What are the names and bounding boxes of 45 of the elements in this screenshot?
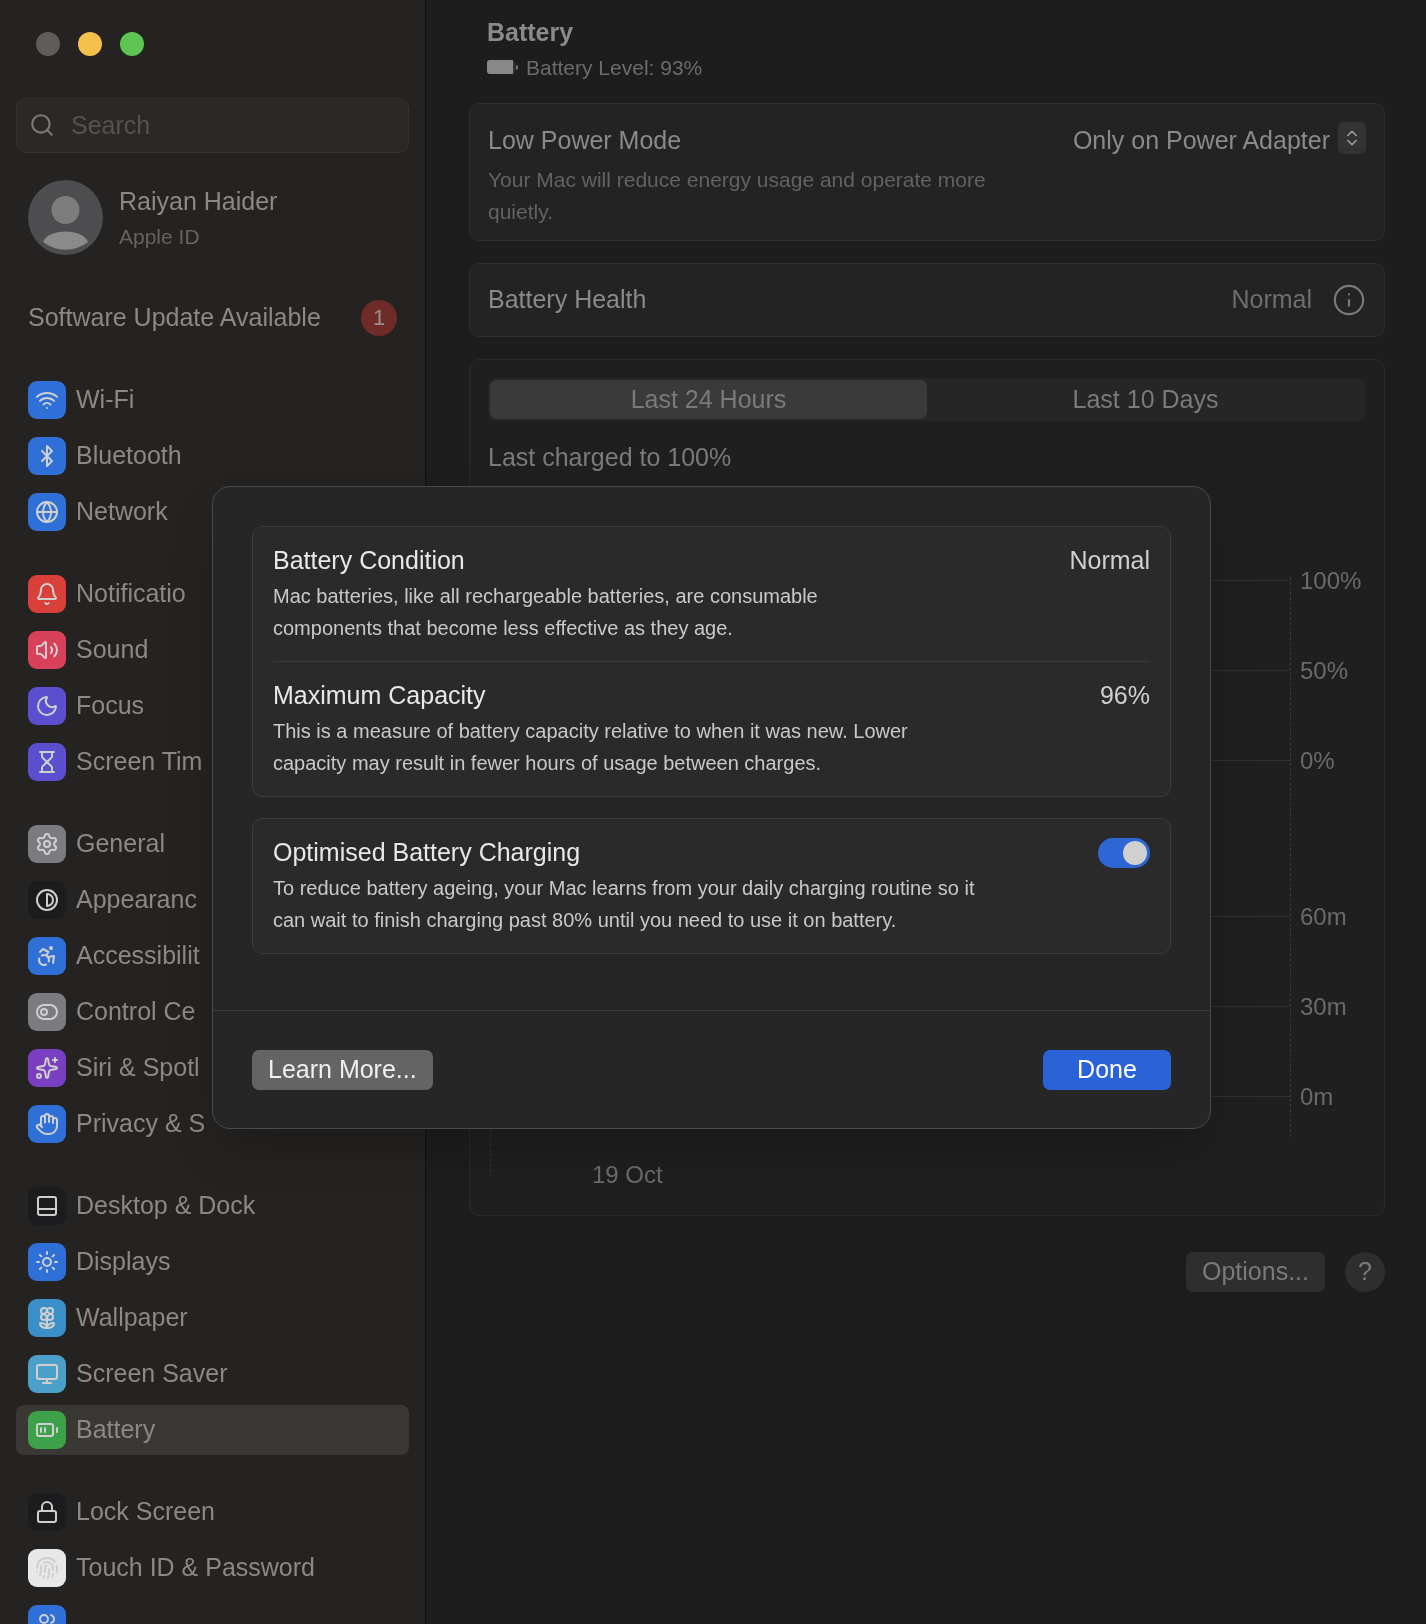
sidebar-item-label: Touch ID & Password	[76, 1551, 315, 1583]
sidebar-item-label: General	[76, 827, 165, 859]
sidebar-item-label: Wallpaper	[76, 1301, 188, 1333]
sidebar-item-label: Focus	[76, 689, 145, 721]
setting-value: Normal	[1069, 545, 1150, 577]
setting-title: Battery Condition	[273, 545, 465, 577]
account-subtitle: Apple ID	[119, 223, 201, 250]
sidebar-item-label: Network	[76, 495, 168, 527]
sidebar-item-label: Notificatio	[76, 577, 186, 609]
setting-title: Low Power Mode	[488, 125, 683, 156]
sidebar-item-label: Screen Tim	[76, 745, 203, 777]
sidebar-item-label: Sound	[76, 633, 149, 665]
setting-description: Your Mac will reduce energy usage and operate more quietly.	[488, 166, 987, 225]
sidebar-item-label: Bluetooth	[76, 439, 182, 471]
sidebar-item-label: Lock Screen	[76, 1495, 215, 1527]
axis-label: 0m	[1300, 1081, 1334, 1112]
battery-level-text: Battery Level: 93%	[526, 54, 703, 81]
setting-value: 96%	[1099, 680, 1150, 712]
last-charged-text: Last charged to 100%	[488, 442, 733, 473]
health-value: Normal	[1231, 284, 1312, 316]
axis-label: 50%	[1300, 655, 1349, 686]
setting-description: This is a measure of battery capacity relative to when it was new. Lower capacity may result in fewer hours of usage between charges.	[273, 719, 909, 776]
sidebar-item-label: Displays	[76, 1245, 171, 1277]
setting-title: Battery Health	[488, 284, 647, 316]
sidebar-item-label: Siri & Spotl	[76, 1051, 200, 1083]
setting-title: Optimised Battery Charging	[273, 837, 581, 869]
sidebar-item-label: Control Ce	[76, 995, 196, 1027]
axis-label: 100%	[1300, 565, 1362, 596]
sidebar-item-label: Privacy & S	[76, 1107, 206, 1139]
sidebar-item-label: Desktop & Dock	[76, 1189, 256, 1221]
sidebar-item-label: Wi-Fi	[76, 383, 135, 415]
account-name: Raiyan Haider	[119, 186, 278, 217]
setting-description: To reduce battery ageing, your Mac learns from your daily charging routine so it can wait to finish charging past 80% until you need to use it on battery.	[273, 876, 976, 933]
date-label: 19 Oct	[592, 1159, 663, 1190]
page-title: Battery	[487, 17, 575, 48]
axis-label: 60m	[1300, 901, 1347, 932]
axis-label: 0%	[1300, 745, 1335, 776]
sidebar-item-label: Screen Saver	[76, 1357, 228, 1389]
update-count-badge: 1	[361, 299, 397, 336]
setting-description: Mac batteries, like all rechargeable batteries, are consumable components that become less effective as they age.	[273, 584, 819, 641]
sidebar-item-label: Appearanc	[76, 883, 197, 915]
setting-title: Maximum Capacity	[273, 680, 486, 712]
sidebar-item-label: Battery	[76, 1413, 156, 1445]
axis-label: 30m	[1300, 991, 1347, 1022]
sidebar-item-label: Accessibilit	[76, 939, 200, 971]
